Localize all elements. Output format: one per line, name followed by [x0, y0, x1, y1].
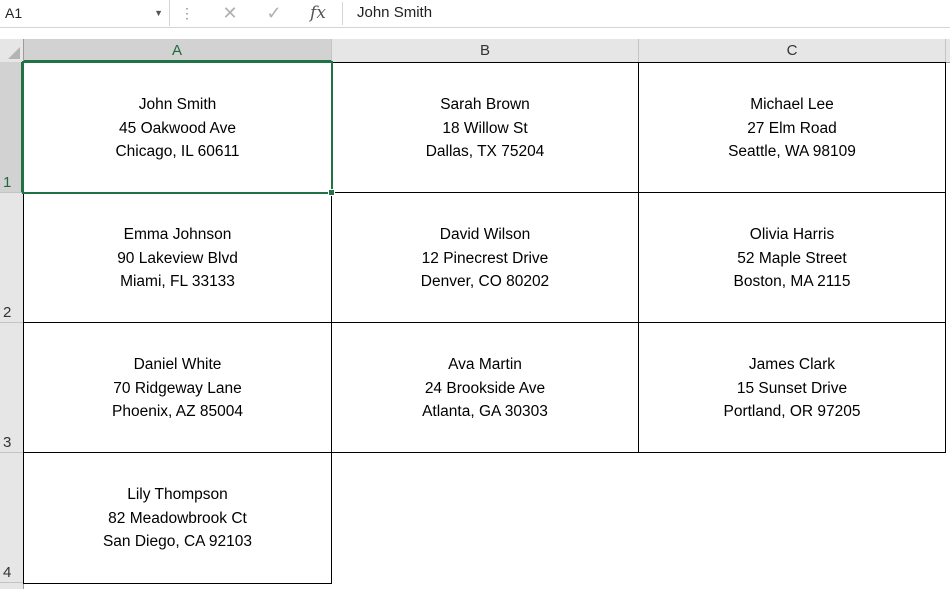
cell-line: 27 Elm Road [747, 119, 837, 137]
formula-bar-divider [342, 2, 343, 25]
worksheet-grid: John Smith 45 Oakwood Ave Chicago, IL 60… [22, 61, 950, 589]
cell-line: Emma Johnson [123, 226, 232, 243]
cell-c1[interactable]: Michael Lee 27 Elm Road Seattle, WA 9810… [639, 62, 946, 193]
row-header-1[interactable]: 1 [0, 62, 23, 193]
insert-function-icon[interactable]: fx [307, 2, 329, 24]
cell-line: Chicago, IL 60611 [115, 143, 240, 160]
cell-c3[interactable]: James Clark 15 Sunset Drive Portland, OR… [639, 323, 946, 453]
drag-handle-icon[interactable]: ⋮ [180, 4, 194, 22]
cell-line: Denver, CO 80202 [420, 273, 550, 290]
cell-line: 90 Lakeview Blvd [117, 249, 238, 267]
cell-line: Dallas, TX 75204 [425, 143, 545, 160]
select-all-button[interactable] [0, 39, 24, 62]
cell-line: Boston, MA 2115 [733, 273, 851, 290]
cell-line: Sarah Brown [440, 96, 530, 113]
row-header-2[interactable]: 2 [0, 193, 23, 323]
fill-handle[interactable] [328, 189, 335, 196]
cell-a2[interactable]: Emma Johnson 90 Lakeview Blvd Miami, FL … [23, 193, 332, 323]
column-headers: A B C [0, 39, 950, 63]
column-header-a[interactable]: A [23, 39, 332, 62]
formula-bar: A1 ▼ ⋮ ✕ ✓ fx John Smith [0, 0, 950, 28]
cell-line: Daniel White [133, 356, 222, 373]
cell-line: Phoenix, AZ 85004 [112, 403, 243, 420]
row-headers: 1 2 3 4 [0, 62, 24, 589]
enter-check-icon[interactable]: ✓ [263, 2, 285, 24]
cell-c2[interactable]: Olivia Harris 52 Maple Street Boston, MA… [639, 193, 946, 323]
cell-line: David Wilson [439, 226, 531, 243]
cell-line: 24 Brookside Ave [424, 379, 546, 397]
column-header-c[interactable]: C [639, 39, 946, 62]
cell-b1[interactable]: Sarah Brown 18 Willow St Dallas, TX 7520… [332, 62, 639, 193]
cell-a3[interactable]: Daniel White 70 Ridgeway Lane Phoenix, A… [23, 323, 332, 453]
cell-line: 15 Sunset Drive [736, 379, 848, 397]
cell-line: Portland, OR 97205 [723, 403, 861, 420]
cell-a4[interactable]: Lily Thompson 82 Meadowbrook Ct San Dieg… [23, 453, 332, 584]
cell-line: Miami, FL 33133 [120, 273, 235, 290]
row-header-3[interactable]: 3 [0, 323, 23, 453]
select-all-triangle-icon [8, 47, 20, 59]
row-header-4[interactable]: 4 [0, 453, 23, 583]
cell-line: 52 Maple Street [737, 249, 847, 267]
cell-line: Olivia Harris [749, 226, 835, 243]
cell-line: 82 Meadowbrook Ct [108, 509, 247, 527]
name-box-value: A1 [5, 5, 23, 21]
cell-line: Lily Thompson [127, 486, 228, 503]
name-box[interactable]: A1 ▼ [0, 0, 170, 26]
cell-line: Ava Martin [448, 356, 522, 373]
cell-line: 18 Willow St [442, 119, 528, 137]
cell-b2[interactable]: David Wilson 12 Pinecrest Drive Denver, … [332, 193, 639, 323]
cell-line: 12 Pinecrest Drive [421, 249, 549, 267]
cell-b3[interactable]: Ava Martin 24 Brookside Ave Atlanta, GA … [332, 323, 639, 453]
cell-line: James Clark [748, 356, 836, 373]
cell-line: 45 Oakwood Ave [119, 119, 236, 137]
cell-line: Atlanta, GA 30303 [422, 403, 548, 420]
cell-line: Seattle, WA 98109 [728, 143, 856, 160]
column-header-b[interactable]: B [332, 39, 639, 62]
cell-line: 70 Ridgeway Lane [113, 379, 242, 397]
chevron-down-icon[interactable]: ▼ [154, 0, 163, 26]
cell-a1[interactable]: John Smith 45 Oakwood Ave Chicago, IL 60… [22, 61, 333, 194]
cell-line: San Diego, CA 92103 [102, 533, 253, 550]
formula-input[interactable]: John Smith [350, 0, 432, 26]
cell-line: Michael Lee [750, 96, 834, 113]
cell-line: John Smith [138, 96, 217, 113]
cancel-icon[interactable]: ✕ [219, 2, 241, 24]
